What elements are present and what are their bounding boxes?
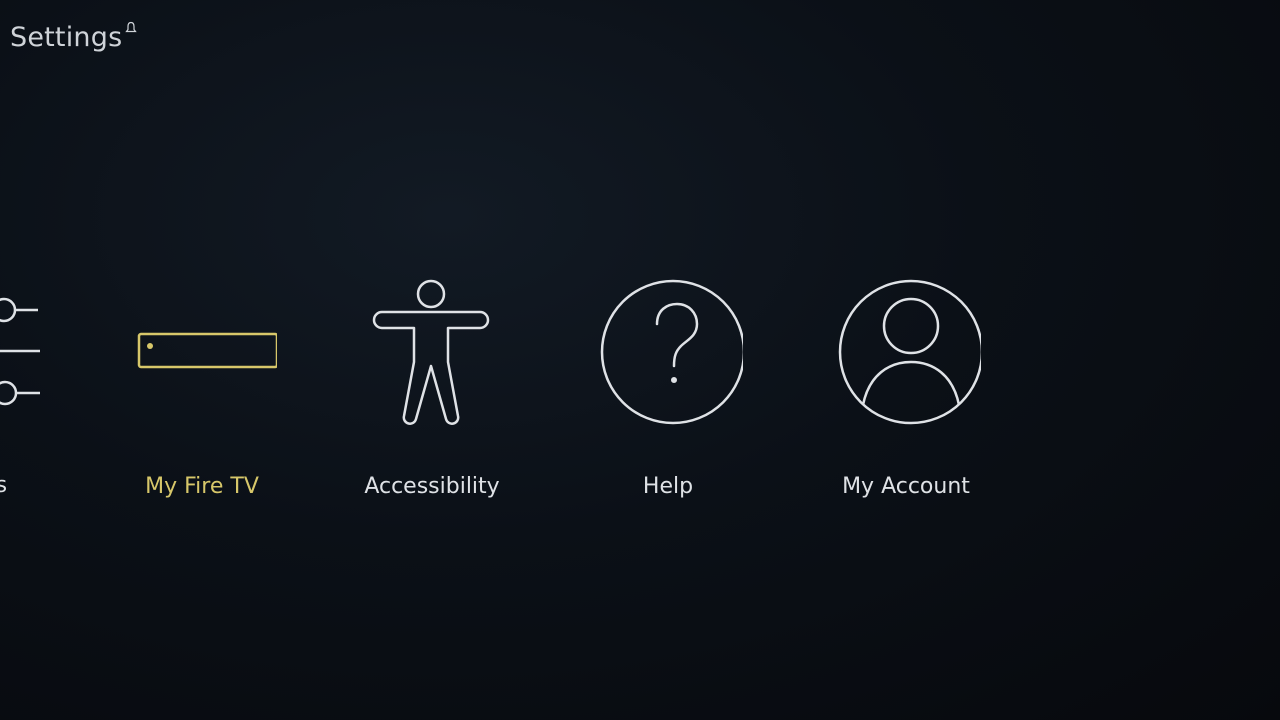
page-title: Settings [10, 22, 123, 53]
menu-item-label: My Fire TV [145, 474, 259, 499]
menu-item-preferences[interactable]: nces [0, 270, 60, 520]
menu-item-label: My Account [842, 474, 970, 499]
bell-icon [125, 20, 138, 39]
accessibility-icon [352, 270, 512, 440]
menu-item-accessibility[interactable]: Accessibility [352, 270, 512, 520]
menu-item-label: nces [0, 473, 8, 498]
account-icon [826, 270, 986, 440]
menu-item-help[interactable]: Help [588, 270, 748, 520]
settings-header: Settings [10, 20, 138, 53]
menu-item-my-fire-tv[interactable]: My Fire TV [118, 270, 286, 520]
help-icon [588, 270, 748, 440]
menu-item-my-account[interactable]: My Account [826, 270, 986, 520]
menu-item-label: Accessibility [364, 474, 500, 499]
fire-tv-device-icon [118, 270, 286, 440]
sliders-icon [0, 270, 60, 440]
menu-item-label: Help [642, 474, 694, 499]
